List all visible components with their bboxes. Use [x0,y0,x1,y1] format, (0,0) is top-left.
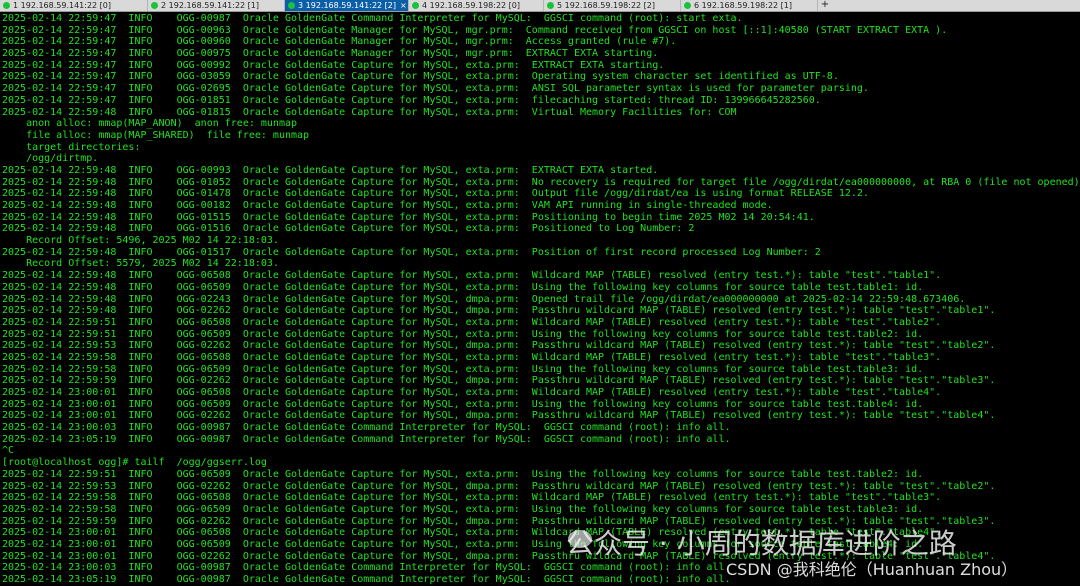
tab-label: 4 192.168.59.198:22 [0] [422,1,520,10]
tab-session-2[interactable]: 2 192.168.59.141:22 [1] [148,0,285,11]
terminal-line: 2025-02-14 22:59:58 INFO OGG-06509 Oracl… [2,363,924,375]
terminal-line: 2025-02-14 22:59:47 INFO OGG-00992 Oracl… [2,59,665,71]
terminal-line: 2025-02-14 22:59:48 INFO OGG-01516 Oracl… [2,223,695,235]
tab-label: 5 192.168.59.198:22 [2] [557,1,655,10]
tab-session-1[interactable]: 1 192.168.59.141:22 [0] [0,0,148,11]
terminal-line: 2025-02-14 23:00:01 INFO OGG-06509 Oracl… [2,398,924,410]
terminal-line: 2025-02-14 22:59:51 INFO OGG-06509 Oracl… [2,468,924,480]
terminal-line: 2025-02-14 22:59:51 INFO OGG-06509 Oracl… [2,328,924,340]
tab-session-3-active[interactable]: 3 192.168.59.141:22 [2] × [285,0,409,11]
terminal-line: 2025-02-14 22:59:47 INFO OGG-03059 Oracl… [2,71,839,83]
connected-dot-icon [151,2,158,9]
terminal-line: 2025-02-14 22:59:47 INFO OGG-00987 Oracl… [2,13,743,24]
terminal-line: 2025-02-14 23:05:19 INFO OGG-00987 Oracl… [2,574,731,585]
terminal-line: 2025-02-14 22:59:53 INFO OGG-02262 Oracl… [2,340,996,352]
terminal-line: target directories: [2,141,141,153]
terminal-line: 2025-02-14 22:59:48 INFO OGG-01517 Oracl… [2,246,821,258]
terminal-line: /ogg/dirtmp. [2,153,99,165]
terminal-line: 2025-02-14 23:00:01 INFO OGG-02262 Oracl… [2,410,996,422]
terminal-line: 2025-02-14 23:05:19 INFO OGG-00987 Oracl… [2,433,731,445]
terminal-line: 2025-02-14 22:59:59 INFO OGG-02262 Oracl… [2,515,996,527]
terminal-line: Record Offset: 5579, 2025 M02 14 22:18:0… [2,258,279,270]
tab-label: 2 192.168.59.141:22 [1] [161,1,259,10]
terminal-line: 2025-02-14 22:59:47 INFO OGG-00963 Oracl… [2,24,948,36]
terminal-line: 2025-02-14 22:59:48 INFO OGG-00993 Oracl… [2,164,659,176]
terminal-line: 2025-02-14 23:00:01 INFO OGG-06509 Oracl… [2,538,924,550]
tab-label: 6 192.168.59.198:22 [1] [694,1,792,10]
tab-label: 3 192.168.59.141:22 [2] [298,1,396,10]
terminal-line: 2025-02-14 22:59:47 INFO OGG-00960 Oracl… [2,36,677,48]
terminal-line: 2025-02-14 22:59:48 INFO OGG-02243 Oracl… [2,293,966,305]
close-tab-icon[interactable]: × [400,0,407,11]
terminal-line: 2025-02-14 22:59:51 INFO OGG-06508 Oracl… [2,316,942,328]
terminal-line: 2025-02-14 22:59:48 INFO OGG-00182 Oracl… [2,200,773,211]
terminal-line: 2025-02-14 22:59:59 INFO OGG-02262 Oracl… [2,375,996,387]
connected-dot-icon [412,2,419,9]
terminal-line: 2025-02-14 22:59:53 INFO OGG-02262 Oracl… [2,480,996,492]
connected-dot-icon [547,2,554,9]
connected-dot-icon [288,2,295,9]
terminal-line: 2025-02-14 22:59:48 INFO OGG-01052 Oracl… [2,176,1078,188]
tab-bar: 1 192.168.59.141:22 [0] 2 192.168.59.141… [0,0,1080,12]
terminal-line: 2025-02-14 23:00:03 INFO OGG-00987 Oracl… [2,562,731,574]
terminal-line: 2025-02-14 22:59:58 INFO OGG-06508 Oracl… [2,492,942,504]
terminal-line: 2025-02-14 22:59:48 INFO OGG-01515 Oracl… [2,211,815,223]
terminal-line: 2025-02-14 22:59:47 INFO OGG-02695 Oracl… [2,83,869,95]
terminal-line: [root@localhost ogg]# tailf /ogg/ggserr.… [2,457,267,469]
connected-dot-icon [684,2,691,9]
terminal-line: 2025-02-14 22:59:58 INFO OGG-06509 Oracl… [2,503,924,515]
terminal-output[interactable]: 2025-02-14 22:59:47 INFO OGG-00987 Oracl… [2,13,1078,586]
terminal-line: 2025-02-14 23:00:01 INFO OGG-06508 Oracl… [2,527,942,539]
terminal-line: 2025-02-14 22:59:58 INFO OGG-06508 Oracl… [2,351,942,363]
terminal-line: 2025-02-14 23:00:01 INFO OGG-02262 Oracl… [2,550,996,562]
add-tab-button[interactable]: + [818,0,832,11]
terminal-line: 2025-02-14 22:59:48 INFO OGG-06509 Oracl… [2,281,924,293]
terminal-line: 2025-02-14 22:59:47 INFO OGG-00975 Oracl… [2,48,659,60]
terminal-line: ^C [2,445,15,457]
terminal-line: 2025-02-14 23:00:03 INFO OGG-00987 Oracl… [2,422,731,434]
terminal-line: 2025-02-14 23:00:01 INFO OGG-06508 Oracl… [2,387,942,398]
tab-session-6[interactable]: 6 192.168.59.198:22 [1] [681,0,818,11]
terminal-line: 2025-02-14 22:59:47 INFO OGG-01851 Oracl… [2,94,821,106]
terminal-line: 2025-02-14 22:59:48 INFO OGG-01815 Oracl… [2,106,737,118]
wechat-logo-icon [568,530,592,548]
terminal-line: 2025-02-14 22:59:48 INFO OGG-06508 Oracl… [2,270,942,282]
tab-label: 1 192.168.59.141:22 [0] [13,1,111,10]
terminal-line: anon alloc: mmap(MAP_ANON) anon free: mu… [2,118,298,130]
connected-dot-icon [3,2,10,9]
terminal-line: 2025-02-14 22:59:48 INFO OGG-01478 Oracl… [2,188,869,200]
terminal-line: Record Offset: 5496, 2025 M02 14 22:18:0… [2,235,279,247]
terminal-line: 2025-02-14 22:59:48 INFO OGG-02262 Oracl… [2,305,996,317]
tab-session-4[interactable]: 4 192.168.59.198:22 [0] [409,0,544,11]
terminal-line: file alloc: mmap(MAP_SHARED) file free: … [2,129,310,141]
tab-session-5[interactable]: 5 192.168.59.198:22 [2] [544,0,681,11]
